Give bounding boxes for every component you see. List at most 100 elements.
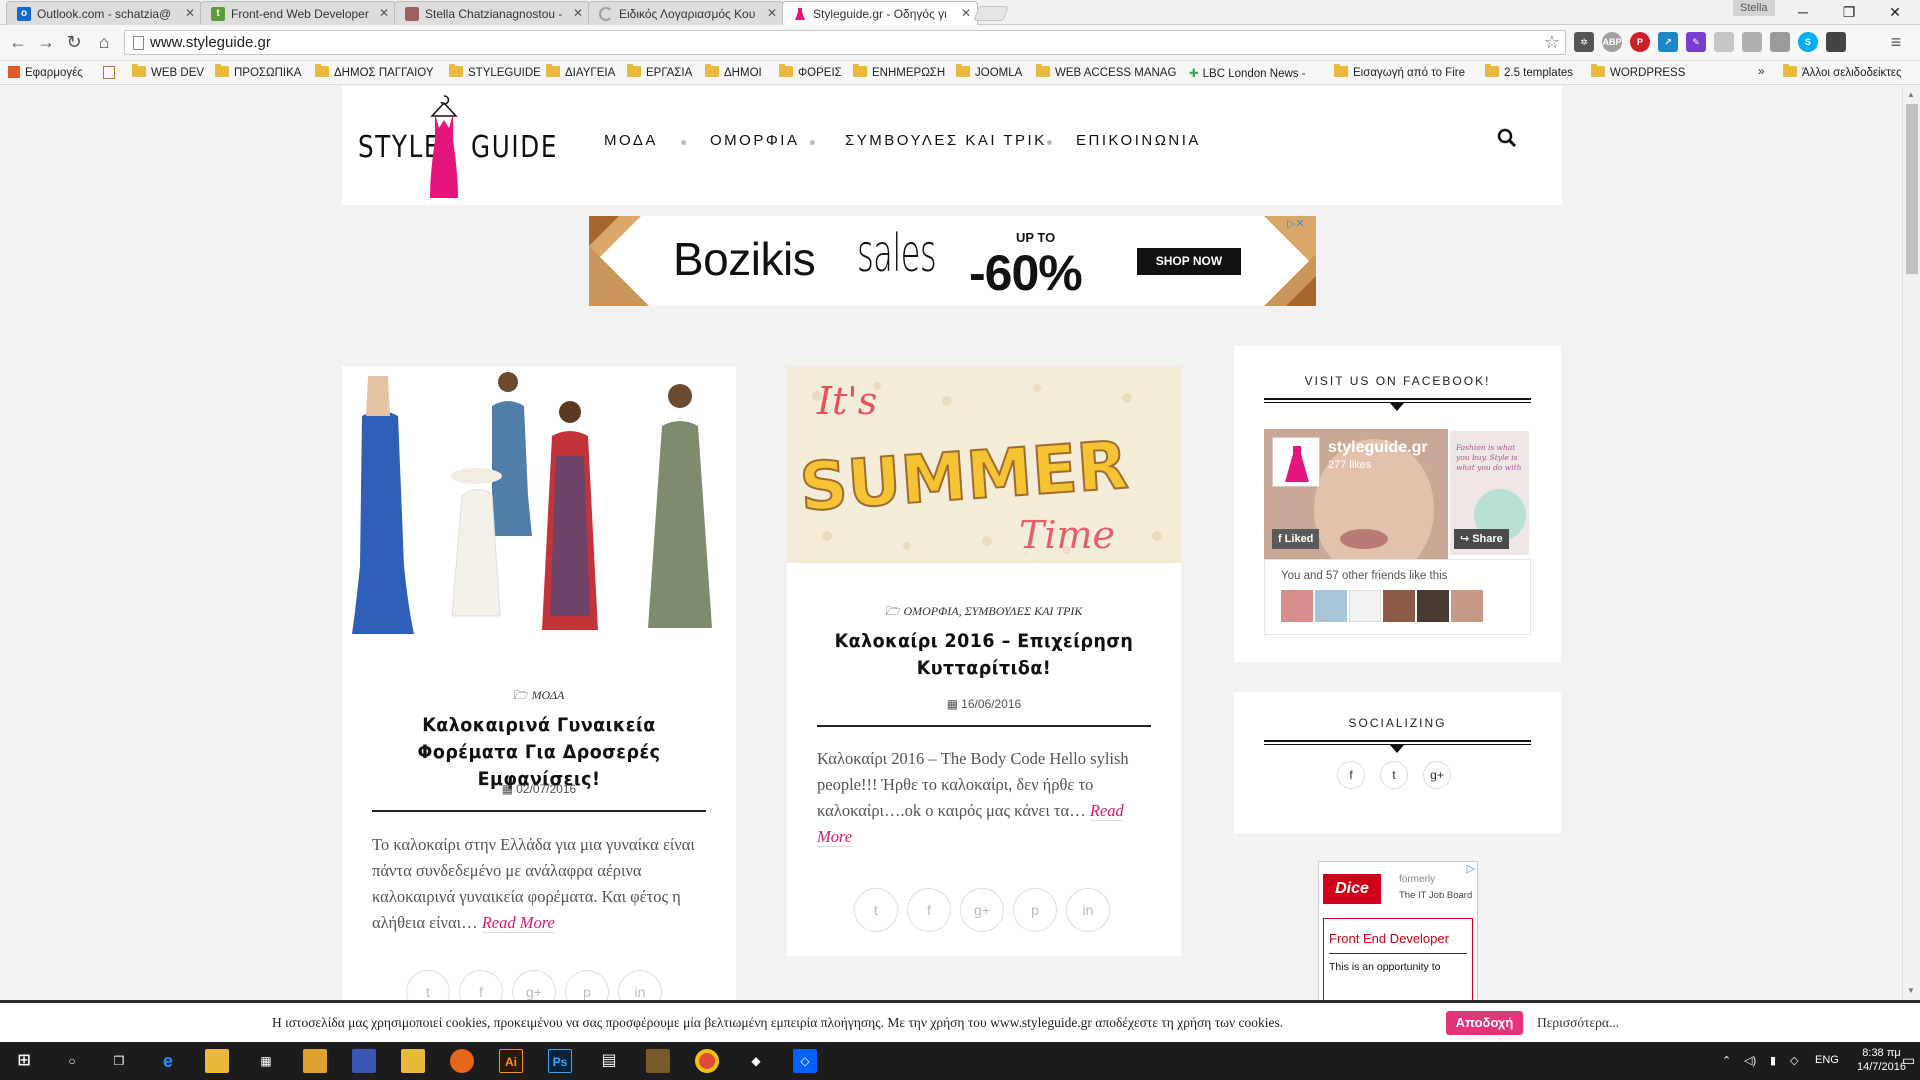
- language-indicator[interactable]: ENG: [1815, 1054, 1839, 1066]
- fb-share-button[interactable]: ↪ Share: [1454, 529, 1509, 549]
- friend-avatar[interactable]: [1417, 590, 1449, 622]
- bookmark-folder[interactable]: ΔΗΜΟΣ ΠΑΓΓΑΙΟΥ: [315, 64, 434, 79]
- friend-avatar[interactable]: [1349, 590, 1381, 622]
- bookmark-folder[interactable]: STYLEGUIDE: [449, 64, 541, 79]
- calculator-icon[interactable]: ▤: [597, 1049, 621, 1073]
- illustrator-icon[interactable]: Ai: [499, 1049, 523, 1073]
- browser-tab-profile[interactable]: Stella Chatzianagnostou - ✕: [394, 1, 590, 25]
- browser-tab-styleguide[interactable]: Styleguide.gr - Οδηγός γι ✕: [782, 1, 978, 25]
- restore-button[interactable]: ❐: [1826, 0, 1872, 24]
- banner-ad[interactable]: Bozikis sales UP TO -60% SHOP NOW: [589, 216, 1316, 306]
- browser-tab-outlook[interactable]: o Outlook.com - schatzia@ ✕: [6, 1, 202, 25]
- url-text[interactable]: www.styleguide.gr: [150, 34, 271, 51]
- minimize-button[interactable]: ─: [1780, 0, 1826, 24]
- close-icon[interactable]: ✕: [767, 6, 777, 20]
- chrome-icon[interactable]: [695, 1049, 719, 1073]
- fb-liked-button[interactable]: f Liked: [1272, 529, 1320, 549]
- menu-icon[interactable]: ≡: [1886, 32, 1906, 52]
- cookie-more-link[interactable]: Περισσότερα...: [1537, 1015, 1619, 1031]
- googleplus-icon[interactable]: g+: [1423, 761, 1451, 789]
- other-bookmarks[interactable]: Άλλοι σελιδοδείκτες: [1783, 64, 1902, 79]
- bookmark-folder[interactable]: WEB DEV: [132, 64, 204, 79]
- adchoices-icon[interactable]: ▷: [1467, 862, 1475, 875]
- app-icon[interactable]: ◆: [744, 1049, 768, 1073]
- bookmark-folder[interactable]: ΔΗΜΟΙ: [705, 64, 762, 79]
- reload-icon[interactable]: ↻: [62, 30, 86, 54]
- extension-icon[interactable]: [1826, 32, 1846, 52]
- nav-fashion[interactable]: ΜΟΔΑ: [604, 132, 658, 149]
- shop-now-button[interactable]: SHOP NOW: [1137, 248, 1241, 275]
- forward-arrow-icon[interactable]: →: [34, 30, 58, 54]
- search-icon[interactable]: [1497, 128, 1517, 148]
- tray-chevron-icon[interactable]: ⌃: [1722, 1054, 1731, 1067]
- friend-avatar[interactable]: [1281, 590, 1313, 622]
- bookmark-folder[interactable]: JOOMLA: [956, 64, 1022, 79]
- pinterest-share-icon[interactable]: p: [565, 970, 609, 1000]
- bookmark-star-icon[interactable]: ☆: [1544, 32, 1560, 53]
- close-icon[interactable]: ✕: [185, 6, 195, 20]
- friend-avatar[interactable]: [1315, 590, 1347, 622]
- fb-cover[interactable]: styleguide.gr 277 likes Fashion is what …: [1264, 429, 1531, 559]
- bookmarks-overflow[interactable]: »: [1758, 66, 1764, 78]
- dropbox-tray-icon[interactable]: ◇: [1790, 1054, 1798, 1067]
- extension-icon[interactable]: [1770, 32, 1790, 52]
- adchoices-icon[interactable]: ▷✕: [1287, 217, 1305, 230]
- app-icon[interactable]: [646, 1049, 670, 1073]
- post-title[interactable]: Καλοκαίρι 2016 – Επιχείρηση Κυτταρίτιδα!: [821, 628, 1147, 682]
- close-window-button[interactable]: ✕: [1872, 0, 1918, 24]
- windows-start-icon[interactable]: ⊞: [12, 1049, 36, 1073]
- extension-icon[interactable]: [1742, 32, 1762, 52]
- dropbox-icon[interactable]: ◇: [793, 1049, 817, 1073]
- read-more-link[interactable]: Read More: [481, 913, 555, 933]
- linkedin-share-icon[interactable]: in: [1066, 888, 1110, 932]
- bookmark-folder[interactable]: ΕΝΗΜΕΡΩΣΗ: [853, 64, 945, 79]
- post-image-dresses[interactable]: [342, 366, 736, 648]
- photoshop-icon[interactable]: Ps: [548, 1049, 572, 1073]
- skype-icon[interactable]: S: [1798, 32, 1818, 52]
- facebook-share-icon[interactable]: f: [459, 970, 503, 1000]
- site-logo[interactable]: STYLE GUIDE: [358, 94, 556, 204]
- post-image-summer[interactable]: It's SUMMER Time: [787, 366, 1181, 563]
- media-player-icon[interactable]: [303, 1049, 327, 1073]
- cookie-accept-button[interactable]: Αποδοχή: [1446, 1011, 1523, 1035]
- extension-puzzle-icon[interactable]: ✲: [1574, 32, 1594, 52]
- network-icon[interactable]: ▮: [1770, 1054, 1776, 1067]
- friend-avatar[interactable]: [1451, 590, 1483, 622]
- dice-ad[interactable]: ▷ Dice formerly The IT Job Board Front E…: [1318, 861, 1478, 1000]
- home-icon[interactable]: ⌂: [92, 30, 116, 54]
- post-category[interactable]: 🗁 ΜΟΔΑ: [342, 686, 736, 707]
- fb-page-name[interactable]: styleguide.gr: [1328, 439, 1428, 457]
- twitter-share-icon[interactable]: t: [854, 888, 898, 932]
- friend-avatar[interactable]: [1383, 590, 1415, 622]
- file-explorer-icon[interactable]: [205, 1049, 229, 1073]
- pinterest-icon[interactable]: P: [1630, 32, 1650, 52]
- bookmark-folder[interactable]: 2.5 templates: [1485, 64, 1573, 79]
- bookmark-folder[interactable]: WEB ACCESS MANAG: [1036, 64, 1176, 79]
- facebook-share-icon[interactable]: f: [907, 888, 951, 932]
- scroll-thumb[interactable]: [1906, 104, 1918, 274]
- address-bar[interactable]: www.styleguide.gr ☆: [124, 30, 1566, 55]
- adblock-icon[interactable]: ABP: [1602, 32, 1622, 52]
- store-icon[interactable]: ▦: [254, 1049, 278, 1073]
- firefox-icon[interactable]: [450, 1049, 474, 1073]
- folder-app-icon[interactable]: [401, 1049, 425, 1073]
- googleplus-share-icon[interactable]: g+: [960, 888, 1004, 932]
- floppy-icon[interactable]: [352, 1049, 376, 1073]
- twitter-share-icon[interactable]: t: [406, 970, 450, 1000]
- browser-tab-front-end-job[interactable]: t Front-end Web Developer ✕: [200, 1, 396, 25]
- volume-icon[interactable]: ◁): [1744, 1054, 1756, 1067]
- bookmark-folder[interactable]: ΦΟΡΕΙΣ: [779, 64, 842, 79]
- bookmark-folder[interactable]: ΕΡΓΑΣΙΑ: [627, 64, 692, 79]
- profile-badge[interactable]: Stella: [1733, 0, 1775, 16]
- bookmark-apps[interactable]: Εφαρμογές: [8, 66, 83, 79]
- extension-share-icon[interactable]: ↗: [1658, 32, 1678, 52]
- googleplus-share-icon[interactable]: g+: [512, 970, 556, 1000]
- notifications-icon[interactable]: ▭: [1902, 1052, 1915, 1069]
- edge-icon[interactable]: e: [156, 1049, 180, 1073]
- scroll-down-icon[interactable]: ▼: [1907, 986, 1915, 995]
- linkedin-share-icon[interactable]: in: [618, 970, 662, 1000]
- scroll-up-icon[interactable]: ▲: [1907, 90, 1915, 99]
- clock[interactable]: 8:38 πμ 14/7/2016: [1857, 1046, 1906, 1074]
- bookmark-folder[interactable]: ΔΙΑΥΓΕΙΑ: [546, 64, 615, 79]
- bookmark-folder[interactable]: WORDPRESS: [1591, 64, 1685, 79]
